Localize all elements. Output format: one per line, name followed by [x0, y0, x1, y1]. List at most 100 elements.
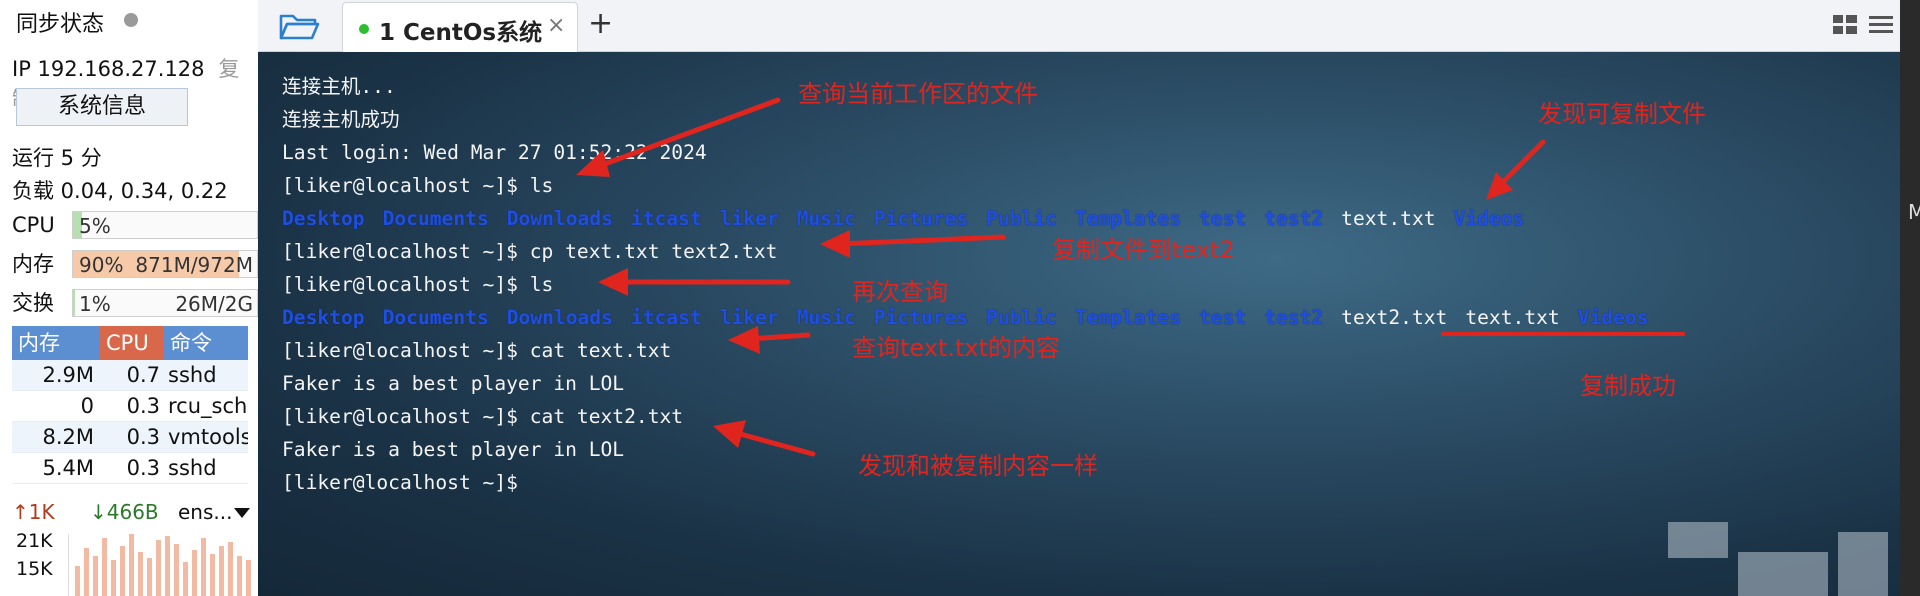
cpu-meter: CPU 5%	[12, 211, 258, 239]
process-table: 2.9M 0.7 sshd 0 0.3 rcu_sche 8.2M 0.3 vm…	[12, 360, 248, 484]
arrow-head	[576, 150, 610, 177]
folder-open-icon[interactable]	[278, 10, 320, 42]
net-graph-bar	[201, 538, 206, 596]
net-graph-bar	[147, 558, 152, 596]
network-graph: 21K 15K	[12, 530, 251, 596]
memory-meter-bar: 90% 871M/972M	[72, 250, 258, 278]
process-col-command[interactable]: 命令	[164, 326, 248, 360]
annotation-arrows	[576, 97, 1685, 457]
layout-grid-icon[interactable]	[1831, 12, 1859, 38]
memory-meter-detail: 871M/972M	[135, 253, 253, 277]
net-graph-bar	[228, 542, 233, 596]
tab-bar: 1 CentOs系统 × +	[258, 0, 1900, 52]
net-graph-bar	[183, 562, 188, 596]
net-graph-bar	[120, 546, 125, 596]
net-graph-bars	[68, 534, 251, 596]
process-cpu: 0.3	[126, 425, 160, 449]
process-cpu: 0.3	[126, 394, 160, 418]
tab-label: 1 CentOs系统	[379, 20, 543, 46]
chevron-down-icon[interactable]	[234, 508, 250, 518]
net-interface-select[interactable]: ens...	[178, 500, 232, 524]
net-graph-bar	[84, 548, 89, 596]
annotation-query-again: 再次查询	[852, 278, 948, 306]
net-graph-bar	[102, 538, 107, 596]
process-command: sshd	[168, 363, 217, 387]
memory-meter: 内存 90% 871M/972M	[12, 250, 258, 278]
annotation-found-file: 发现可复制文件	[1538, 100, 1706, 128]
annotation-same-content: 发现和被复制内容一样	[858, 452, 1098, 480]
terminal-panel[interactable]: 连接主机... 连接主机成功 Last login: Wed Mar 27 01…	[258, 52, 1900, 596]
net-graph-bar	[219, 546, 224, 596]
net-graph-bar	[174, 544, 179, 596]
ip-address: IP 192.168.27.128	[12, 57, 205, 81]
cpu-meter-label: CPU	[12, 213, 55, 237]
swap-meter-fill	[73, 290, 75, 316]
process-memory: 8.2M	[42, 425, 94, 449]
process-row[interactable]: 5.4M 0.3 sshd	[12, 453, 248, 484]
process-col-memory[interactable]: 内存	[12, 326, 100, 360]
annotation-query-files: 查询当前工作区的文件	[798, 80, 1038, 108]
net-graph-bar	[93, 556, 98, 596]
net-graph-bar	[210, 554, 215, 596]
net-graph-bar	[138, 552, 143, 596]
sync-status-title: 同步状态	[16, 12, 105, 37]
system-info-button[interactable]: 系统信息	[16, 88, 188, 126]
process-col-cpu[interactable]: CPU	[100, 326, 164, 360]
tab-centos[interactable]: 1 CentOs系统 ×	[342, 2, 578, 52]
process-table-header: 内存 CPU 命令	[12, 326, 248, 360]
arrow-head	[598, 268, 628, 296]
connected-status-dot	[359, 24, 369, 34]
net-graph-bar	[75, 566, 80, 596]
process-command: rcu_sche	[168, 394, 248, 418]
arrow-head	[713, 420, 746, 448]
swap-meter-bar: 1% 26M/2G	[72, 289, 258, 317]
right-edge-strip	[1900, 0, 1920, 596]
process-cpu: 0.3	[126, 456, 160, 480]
memory-meter-label: 内存	[12, 252, 54, 276]
swap-meter: 交换 1% 26M/2G	[12, 289, 258, 317]
net-graph-bar	[165, 536, 170, 596]
uptime-text: 运行 5 分	[12, 146, 102, 170]
menu-icon[interactable]	[1867, 12, 1895, 38]
process-memory: 0	[80, 394, 94, 418]
net-graph-bar	[237, 556, 242, 596]
net-download-rate: ↓466B	[90, 500, 159, 524]
process-command: vmtoolsc	[168, 425, 248, 449]
annotation-copy-success: 复制成功	[1580, 372, 1676, 400]
new-tab-button[interactable]: +	[588, 6, 613, 41]
net-graph-bar	[246, 560, 251, 596]
cpu-meter-bar: 5%	[72, 211, 258, 239]
net-graph-bar	[192, 550, 197, 596]
net-upload-rate: ↑1K	[12, 500, 55, 524]
net-graph-scale-mid: 15K	[16, 558, 53, 580]
arrow-head	[728, 326, 760, 354]
process-memory: 2.9M	[42, 363, 94, 387]
right-edge-letter: M	[1908, 200, 1920, 224]
swap-meter-value: 1%	[79, 292, 111, 316]
network-row: ↑1K ↓466B ens...	[12, 500, 250, 530]
process-row[interactable]: 0 0.3 rcu_sche	[12, 391, 248, 422]
swap-meter-label: 交换	[12, 291, 54, 315]
annotation-copy-file: 复制文件到text2	[1052, 236, 1235, 264]
arrow-line	[580, 97, 781, 175]
process-command: sshd	[168, 456, 217, 480]
process-row[interactable]: 8.2M 0.3 vmtoolsc	[12, 422, 248, 453]
arrow-line	[835, 234, 1006, 247]
sync-status-dot	[124, 13, 138, 27]
annotation-cat-content: 查询text.txt的内容	[852, 334, 1061, 362]
sidebar: 同步状态 IP 192.168.27.128复制 系统信息 运行 5 分 负载 …	[0, 0, 258, 596]
net-graph-bar	[156, 540, 161, 596]
net-graph-bar	[129, 534, 134, 596]
process-cpu: 0.7	[126, 363, 160, 387]
cpu-meter-value: 5%	[79, 214, 111, 238]
process-row[interactable]: 2.9M 0.7 sshd	[12, 360, 248, 391]
arrow-head	[820, 230, 850, 258]
close-icon[interactable]: ×	[547, 13, 565, 38]
memory-meter-value: 90%	[79, 253, 124, 277]
process-memory: 5.4M	[42, 456, 94, 480]
arrow-line	[730, 429, 816, 457]
net-graph-bar	[111, 560, 116, 596]
net-graph-scale-top: 21K	[16, 530, 53, 552]
swap-meter-detail: 26M/2G	[175, 292, 253, 316]
load-text: 负载 0.04, 0.34, 0.22	[12, 179, 228, 203]
